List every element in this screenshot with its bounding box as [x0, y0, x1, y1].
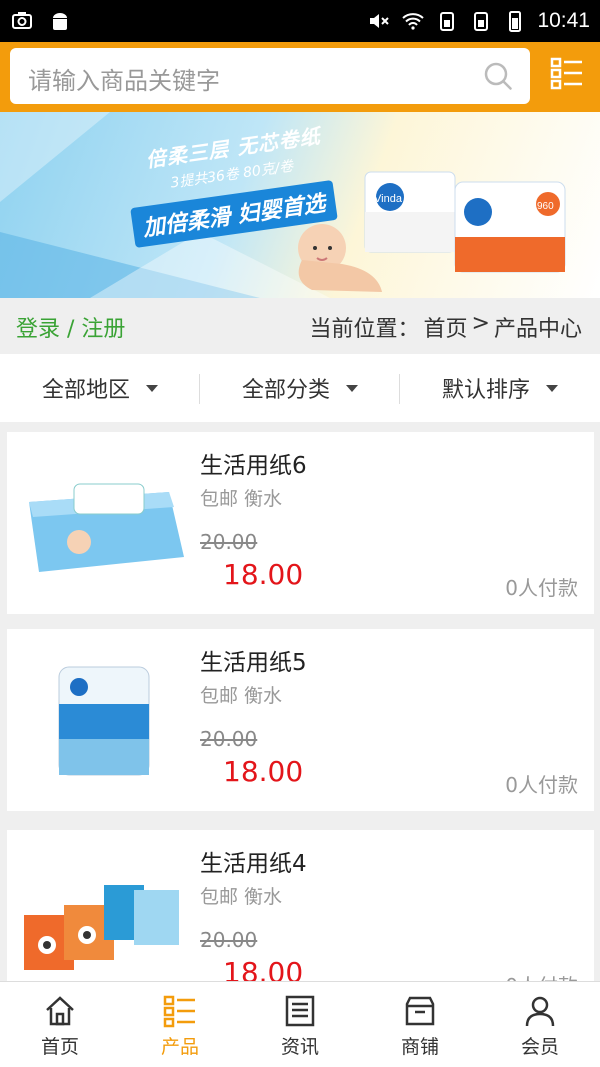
- mute-icon: [370, 14, 390, 28]
- store-icon: [405, 996, 435, 1026]
- product-price: 18.00: [223, 755, 304, 788]
- product-original-price: 20.00: [200, 928, 258, 952]
- search-placeholder: 请输入商品关键字: [28, 67, 220, 95]
- product-name: 生活用纸6: [200, 453, 307, 479]
- tab-stores[interactable]: 商铺: [360, 982, 480, 1067]
- filter-category-dropdown[interactable]: 全部分类: [200, 354, 400, 422]
- search-input[interactable]: 请输入商品关键字: [10, 48, 530, 104]
- search-icon[interactable]: [482, 60, 514, 92]
- sim2-signal-icon: [474, 12, 489, 31]
- home-icon: [46, 996, 74, 1026]
- product-price: 18.00: [223, 558, 304, 591]
- sim1-signal-icon: [440, 12, 455, 31]
- filter-region-label: 全部地区: [41, 378, 130, 403]
- product-shipping: 包邮 衡水: [200, 488, 283, 510]
- tissue-pack-image: 960 Vinda: [364, 171, 566, 273]
- status-bar: 10:41: [0, 0, 600, 42]
- banner-brand: Vinda: [374, 193, 403, 205]
- android-icon: [53, 13, 67, 30]
- tab-member[interactable]: 会员: [480, 982, 600, 1067]
- tab-products-label: 产品: [160, 1036, 199, 1058]
- login-register-link[interactable]: 登录 / 注册: [16, 311, 125, 343]
- filter-bar: 全部地区 全部分类 默认排序: [0, 354, 600, 422]
- breadcrumb-bar: 登录 / 注册 当前位置： 首页 > 产品中心: [0, 298, 600, 354]
- tab-member-label: 会员: [520, 1036, 559, 1058]
- product-image: [29, 483, 184, 572]
- product-shipping: 包邮 衡水: [200, 886, 283, 908]
- filter-sort-label: 默认排序: [441, 378, 530, 403]
- product-card[interactable]: 生活用纸6 包邮 衡水 20.00 18.00 0人付款: [7, 432, 594, 614]
- product-shipping: 包邮 衡水: [200, 685, 283, 707]
- product-image: [58, 666, 150, 776]
- product-image: [24, 885, 179, 970]
- category-menu-icon[interactable]: [550, 56, 584, 90]
- bottom-tab-bar: 首页 产品 资讯 商铺 会员: [0, 981, 600, 1067]
- breadcrumb-current: 产品中心: [493, 317, 582, 342]
- product-paid-count: 0人付款: [505, 576, 578, 600]
- promo-banner[interactable]: 倍柔三层 无芯卷纸 3提共36卷 80克/卷 加倍柔滑 妇婴首选 960 Vin…: [0, 112, 600, 298]
- product-paid-count: 0人付款: [505, 773, 578, 797]
- breadcrumb: 当前位置： 首页 > 产品中心: [310, 311, 582, 343]
- product-original-price: 20.00: [200, 530, 258, 554]
- tab-stores-label: 商铺: [400, 1036, 439, 1058]
- breadcrumb-home-link[interactable]: 首页: [424, 311, 468, 343]
- filter-region-dropdown[interactable]: 全部地区: [0, 354, 200, 422]
- status-time: 10:41: [537, 9, 590, 32]
- tab-home[interactable]: 首页: [0, 982, 120, 1067]
- breadcrumb-prefix: 当前位置：: [309, 317, 420, 342]
- caret-down-icon: [146, 384, 158, 392]
- product-card[interactable]: 生活用纸5 包邮 衡水 20.00 18.00 0人付款: [7, 629, 594, 811]
- caret-down-icon: [546, 384, 558, 392]
- news-icon: [285, 995, 315, 1027]
- list-icon: [163, 995, 195, 1028]
- screenshot-icon: [12, 12, 32, 29]
- tab-home-label: 首页: [40, 1036, 79, 1058]
- tab-products[interactable]: 产品: [120, 982, 240, 1067]
- breadcrumb-separator: >: [471, 311, 490, 336]
- filter-sort-dropdown[interactable]: 默认排序: [400, 354, 600, 422]
- search-header: 请输入商品关键字: [0, 42, 600, 112]
- caret-down-icon: [346, 384, 358, 392]
- product-name: 生活用纸5: [200, 650, 307, 676]
- tab-news[interactable]: 资讯: [240, 982, 360, 1067]
- wifi-icon: [402, 13, 425, 30]
- battery-icon: [509, 11, 522, 32]
- filter-category-label: 全部分类: [241, 378, 330, 403]
- user-icon: [525, 996, 555, 1027]
- tab-news-label: 资讯: [280, 1036, 319, 1058]
- banner-badge: 960: [537, 201, 554, 212]
- product-name: 生活用纸4: [200, 851, 307, 877]
- product-original-price: 20.00: [200, 727, 258, 751]
